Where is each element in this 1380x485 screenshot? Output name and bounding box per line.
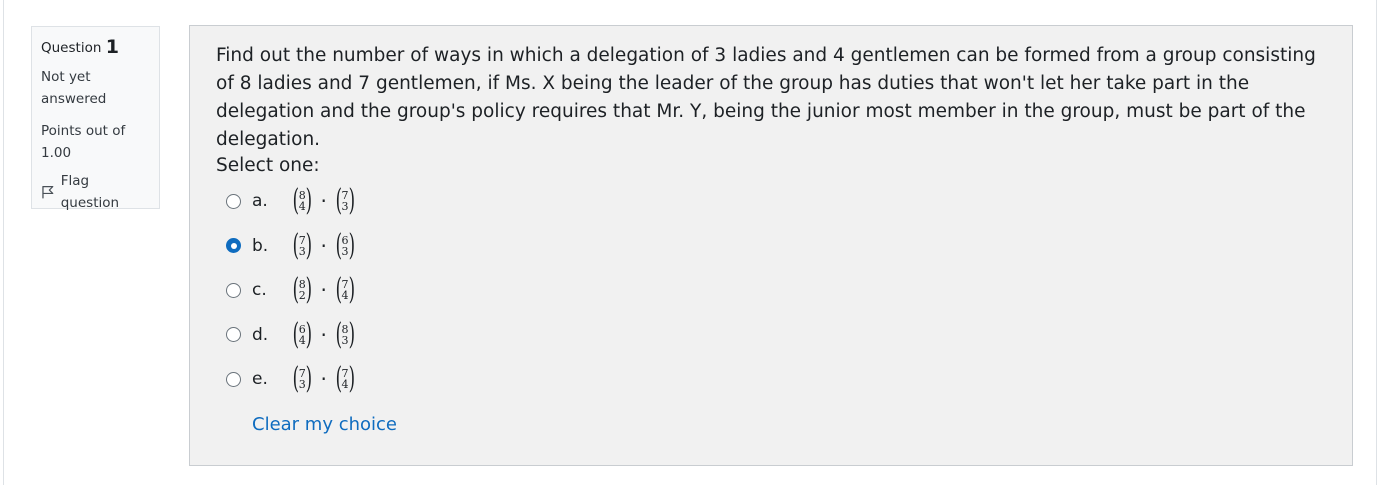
binomial-n: 6 [341, 233, 349, 247]
right-paren: ) [305, 272, 312, 307]
option-label: b. [252, 235, 269, 256]
binomial-expression: (8 2) ·(7 4) [290, 274, 357, 306]
option-label: d. [252, 324, 269, 345]
multiply-dot: · [320, 233, 327, 258]
question-heading: Question 1 [41, 36, 150, 58]
answer-option-a[interactable]: a.(8 4) ·(7 3) [226, 183, 357, 219]
left-paren: ( [335, 272, 342, 307]
binomial-stack: 73 [342, 190, 349, 212]
multiply-dot: · [320, 278, 327, 302]
radio-button-b[interactable] [226, 238, 241, 253]
right-paren: ) [348, 361, 355, 396]
left-paren: ( [292, 227, 300, 263]
question-state: Not yet answered [41, 69, 107, 107]
multiply-dot: · [320, 189, 327, 213]
flag-question-button[interactable]: Flag question [41, 170, 150, 214]
select-one-prompt: Select one: [216, 155, 320, 176]
binomial-coefficient: (7 4) [333, 363, 357, 395]
question-number: 1 [105, 36, 119, 58]
question-info-panel: Question 1 Not yet answered Points out o… [31, 26, 160, 211]
binomial-expression: (7 3) ·(6 3) [290, 230, 357, 262]
binomial-k: 3 [341, 200, 349, 213]
left-paren: ( [335, 361, 342, 396]
binomial-expression: (6 4) ·(8 3) [290, 319, 357, 351]
right-paren: ) [305, 183, 312, 218]
binomial-coefficient: (8 4) [290, 185, 314, 217]
option-label: e. [252, 369, 268, 389]
binomial-k: 4 [341, 289, 349, 302]
binomial-expression: (8 4) ·(7 3) [290, 185, 357, 217]
binomial-coefficient: (7 3) [333, 185, 357, 217]
binomial-stack: 74 [342, 279, 349, 301]
answer-option-c[interactable]: c.(8 2) ·(7 4) [226, 272, 357, 308]
binomial-stack: 63 [342, 235, 349, 257]
question-text: Find out the number of ways in which a d… [216, 45, 1316, 150]
left-paren: ( [335, 316, 342, 352]
radio-button-a[interactable] [226, 193, 241, 209]
left-paren: ( [335, 227, 342, 263]
answer-option-e[interactable]: e.(7 3) ·(7 4) [226, 361, 357, 397]
flag-icon [42, 186, 54, 199]
binomial-coefficient: (6 3) [333, 230, 357, 262]
left-paren: ( [292, 183, 300, 218]
binomial-k: 3 [341, 333, 349, 347]
binomial-coefficient: (8 3) [333, 319, 357, 351]
binomial-k: 3 [341, 244, 349, 258]
binomial-expression: (7 3) ·(7 4) [290, 363, 357, 395]
left-paren: ( [292, 316, 300, 352]
answer-option-b[interactable]: b.(7 3) ·(6 3) [226, 228, 357, 264]
binomial-coefficient: (8 2) [290, 274, 314, 306]
right-paren: ) [348, 272, 355, 307]
binomial-coefficient: (6 4) [290, 319, 314, 351]
multiply-dot: · [320, 367, 327, 391]
multiply-dot: · [320, 322, 327, 347]
question-word: Question [41, 40, 102, 56]
binomial-stack: 83 [342, 324, 349, 346]
right-paren: ) [305, 361, 312, 396]
right-paren: ) [348, 316, 355, 352]
answer-option-d[interactable]: d.(6 4) ·(8 3) [226, 317, 357, 353]
binomial-coefficient: (7 3) [290, 363, 314, 395]
right-paren: ) [348, 183, 355, 218]
left-paren: ( [292, 361, 300, 396]
binomial-n: 8 [341, 322, 349, 336]
left-paren: ( [335, 183, 342, 218]
left-paren: ( [292, 272, 300, 307]
clear-my-choice-link[interactable]: Clear my choice [252, 414, 397, 435]
binomial-stack: 74 [342, 368, 349, 390]
radio-button-c[interactable] [226, 282, 241, 298]
binomial-coefficient: (7 3) [290, 230, 314, 262]
question-content-panel: Find out the number of ways in which a d… [189, 25, 1353, 466]
binomial-coefficient: (7 4) [333, 274, 357, 306]
flag-question-label: Flag question [60, 173, 120, 211]
binomial-k: 4 [341, 378, 349, 391]
radio-button-e[interactable] [226, 371, 241, 387]
right-paren: ) [348, 227, 355, 263]
question-grade: Points out of 1.00 [41, 123, 126, 161]
option-label: c. [252, 280, 267, 300]
right-paren: ) [305, 227, 312, 263]
radio-button-d[interactable] [226, 327, 241, 342]
option-label: a. [252, 191, 268, 211]
right-paren: ) [305, 316, 312, 352]
